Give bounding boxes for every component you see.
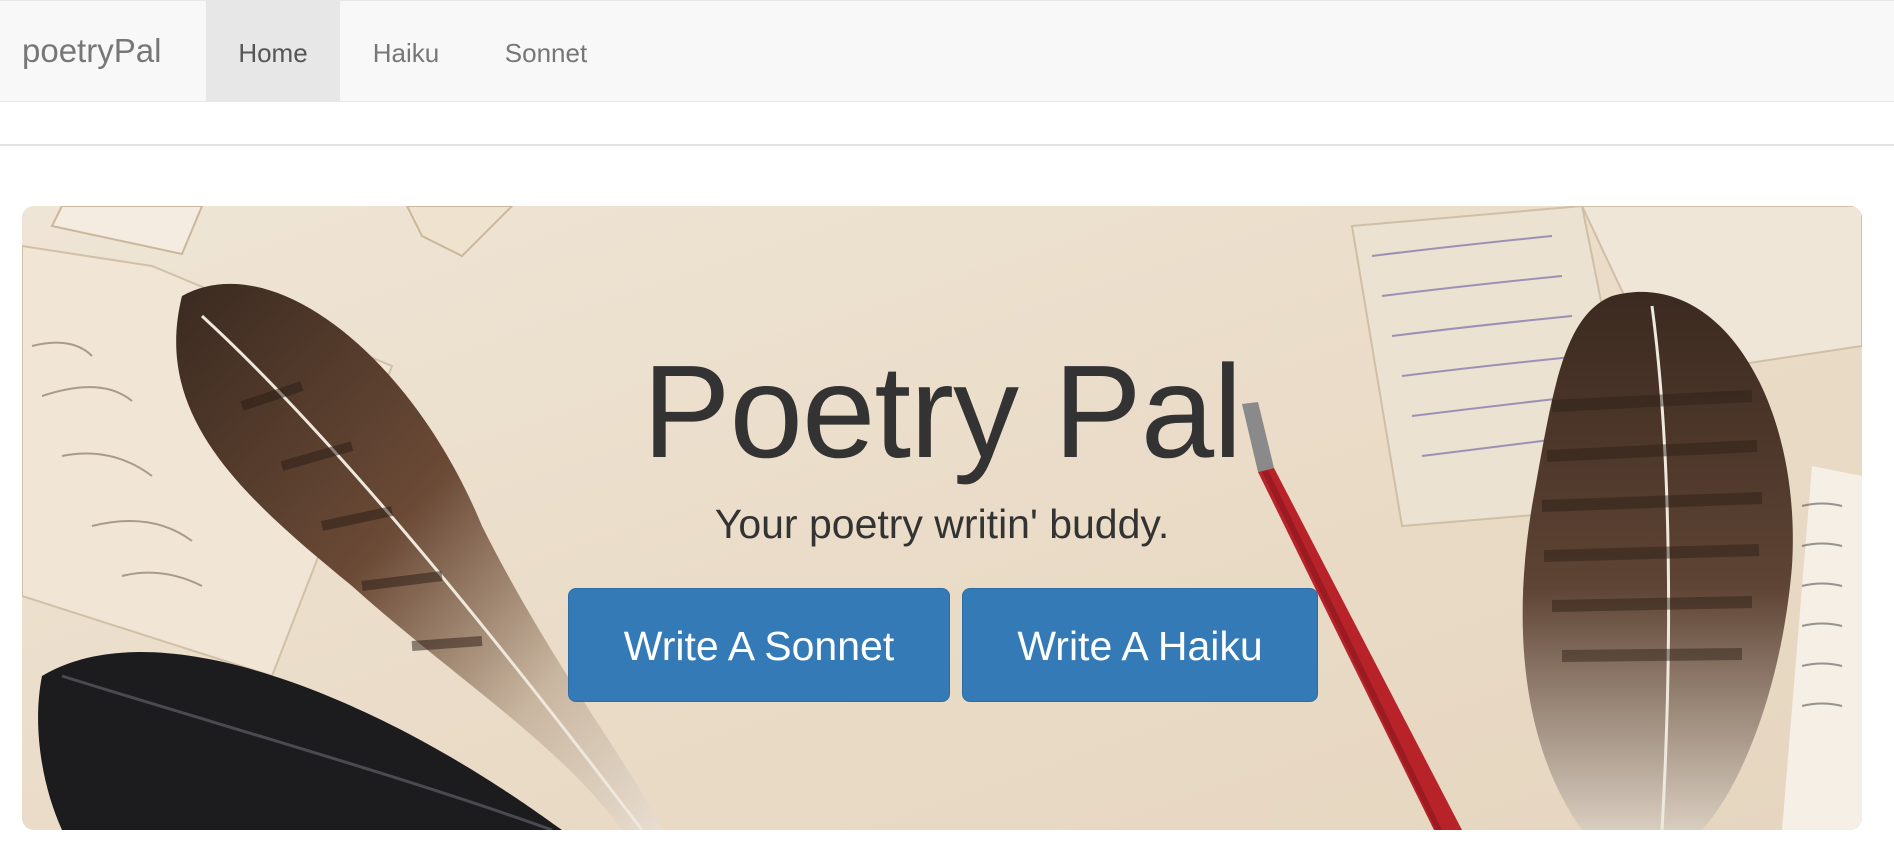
hero-title: Poetry Pal (642, 338, 1243, 485)
nav-item-sonnet[interactable]: Sonnet (472, 1, 620, 101)
write-haiku-button[interactable]: Write A Haiku (962, 588, 1318, 702)
hero-subtitle: Your poetry writin' buddy. (714, 501, 1170, 547)
nav-item-haiku[interactable]: Haiku (340, 1, 472, 101)
page-divider (0, 144, 1894, 146)
brand-link[interactable]: poetryPal (22, 1, 161, 101)
hero-jumbotron: Poetry Pal Your poetry writin' buddy. Wr… (22, 206, 1862, 830)
nav-item-home[interactable]: Home (206, 1, 340, 101)
write-sonnet-button[interactable]: Write A Sonnet (568, 588, 950, 702)
top-navbar: poetryPal Home Haiku Sonnet (0, 0, 1894, 102)
